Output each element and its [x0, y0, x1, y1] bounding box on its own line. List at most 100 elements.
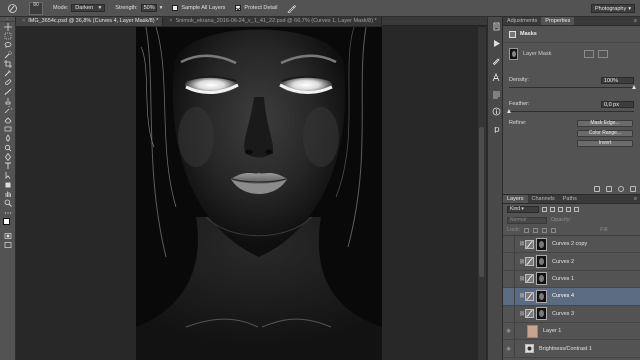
protect-detail-checkbox[interactable] — [235, 5, 242, 11]
apply-mask-icon[interactable] — [606, 186, 612, 192]
smart-object-filter-icon[interactable] — [574, 207, 579, 212]
play-actions-icon[interactable] — [489, 37, 503, 50]
curves-adjustment-icon[interactable] — [525, 274, 534, 284]
lock-transparent-icon[interactable] — [524, 227, 530, 233]
eraser-tool-icon[interactable] — [0, 115, 16, 124]
layer-row[interactable]: ⛓ Curves 3 — [503, 305, 640, 323]
brush-tool-icon[interactable] — [0, 87, 16, 96]
layer-mask-thumbnail[interactable] — [536, 307, 547, 321]
paragraph-panel-icon[interactable] — [489, 88, 503, 101]
kind-filter-dropdown[interactable]: Kind ▾ — [507, 206, 539, 213]
layer-mask-thumbnail[interactable] — [536, 237, 547, 251]
character-panel-icon[interactable] — [489, 71, 503, 84]
document-canvas[interactable] — [136, 27, 382, 360]
scrollbar-thumb[interactable] — [479, 127, 484, 277]
shape-tool-icon[interactable] — [0, 180, 16, 189]
eyedropper-tool-icon[interactable] — [0, 68, 16, 77]
path-selection-tool-icon[interactable] — [0, 171, 16, 180]
quick-select-tool-icon[interactable] — [0, 50, 16, 59]
info-panel-icon[interactable] — [489, 105, 503, 118]
feather-slider[interactable] — [506, 109, 634, 114]
strength-input[interactable]: 50% — [140, 4, 157, 12]
screen-mode-icon[interactable] — [0, 241, 16, 250]
mode-dropdown[interactable]: Darken ▾ — [71, 4, 106, 12]
workspace-dropdown[interactable]: Photography ▾ — [591, 4, 635, 13]
layer-row-layer-1[interactable]: ◉ Layer 1 — [503, 322, 640, 341]
shape-filter-icon[interactable] — [566, 207, 571, 212]
mask-edge-button[interactable]: Mask Edge... — [577, 120, 633, 127]
lock-position-icon[interactable] — [542, 227, 548, 233]
curves-adjustment-icon[interactable] — [525, 239, 534, 249]
chevron-down-icon[interactable]: ▾ — [160, 5, 163, 11]
layer-row[interactable]: ⛓ Curves 4 — [503, 288, 640, 306]
plugin-panel-icon[interactable]: p — [489, 122, 503, 135]
document-tab[interactable]: × IMG_3654c.psd @ 36,8% (Curves 4, Layer … — [16, 17, 164, 26]
layer-row-brightness-contrast[interactable]: ◉ Brightness/Contrast 1 — [503, 340, 640, 358]
hand-tool-icon[interactable] — [0, 189, 16, 198]
healing-brush-tool-icon[interactable] — [0, 78, 16, 87]
chain-link-icon[interactable]: ⛓ — [519, 293, 525, 299]
sample-all-checkbox[interactable] — [172, 5, 179, 11]
chain-link-icon[interactable]: ⛓ — [519, 276, 525, 282]
gradient-tool-icon[interactable] — [0, 124, 16, 133]
blend-mode-dropdown[interactable]: Normal — [507, 216, 547, 224]
crop-tool-icon[interactable] — [0, 59, 16, 68]
curves-adjustment-icon[interactable] — [525, 309, 534, 319]
marquee-tool-icon[interactable] — [0, 31, 16, 40]
invert-button[interactable]: Invert — [577, 140, 633, 147]
blur-tool-icon[interactable] — [0, 134, 16, 143]
lasso-tool-icon[interactable] — [0, 41, 16, 50]
quick-mask-icon[interactable] — [0, 231, 16, 240]
curves-adjustment-icon[interactable] — [525, 257, 534, 267]
chain-link-icon[interactable]: ⛓ — [519, 311, 525, 317]
trash-icon[interactable] — [630, 186, 636, 192]
tool-preset-icon[interactable] — [7, 3, 18, 14]
color-swatches[interactable] — [0, 217, 16, 231]
tab-paths[interactable]: Paths — [559, 195, 581, 203]
tab-layers[interactable]: Layers — [503, 195, 528, 203]
slider-knob[interactable] — [506, 109, 511, 113]
pixel-mask-button[interactable] — [584, 50, 595, 58]
visibility-toggle[interactable]: ◉ — [503, 346, 514, 352]
vector-mask-button[interactable] — [598, 50, 609, 58]
tab-properties[interactable]: Properties — [541, 17, 575, 25]
slider-knob[interactable] — [631, 85, 636, 89]
panel-menu-icon[interactable]: ≡ — [634, 17, 637, 26]
canvas-vertical-scrollbar[interactable] — [478, 27, 486, 360]
brush-presets-icon[interactable] — [489, 54, 503, 67]
zoom-tool-icon[interactable] — [0, 199, 16, 208]
feather-input[interactable]: 0,0 px — [601, 100, 634, 108]
layer-row[interactable]: ⛓ Curves 2 — [503, 253, 640, 271]
tab-adjustments[interactable]: Adjustments — [503, 17, 541, 25]
pen-tool-icon[interactable] — [0, 152, 16, 161]
curves-adjustment-icon[interactable] — [525, 291, 534, 301]
chain-link-icon[interactable]: ⛓ — [519, 241, 525, 247]
layer-row[interactable]: ⛓ Curves 2 copy — [503, 236, 640, 254]
more-tools-icon[interactable] — [0, 208, 16, 217]
close-icon[interactable]: × — [22, 18, 25, 24]
color-range-button[interactable]: Color Range... — [577, 130, 633, 137]
history-brush-tool-icon[interactable] — [0, 106, 16, 115]
document-tab[interactable]: × Snimok_ekrana_2016-06-24_v_1_41_22.psd … — [163, 17, 382, 26]
density-slider[interactable] — [509, 85, 636, 90]
layer-mask-thumbnail[interactable] — [536, 289, 547, 303]
dodge-tool-icon[interactable] — [0, 143, 16, 152]
foreground-color-swatch[interactable] — [3, 218, 10, 226]
density-input[interactable]: 100% — [601, 76, 634, 84]
visibility-toggle[interactable]: ◉ — [503, 328, 514, 334]
brush-size-picker[interactable]: 80 — [29, 1, 43, 15]
layer-mask-thumbnail[interactable] — [536, 272, 547, 286]
pixel-mask-icon[interactable] — [509, 30, 516, 38]
close-icon[interactable]: × — [169, 18, 172, 24]
pixel-filter-icon[interactable] — [542, 207, 547, 212]
type-tool-icon[interactable] — [0, 161, 16, 170]
eye-icon[interactable] — [618, 186, 624, 192]
clone-stamp-tool-icon[interactable] — [0, 96, 16, 105]
load-selection-icon[interactable] — [594, 186, 600, 192]
layer-row[interactable]: ⛓ Curves 1 — [503, 270, 640, 289]
chain-link-icon[interactable]: ⛓ — [519, 259, 525, 265]
tab-channels[interactable]: Channels — [528, 195, 559, 203]
pen-pressure-icon[interactable] — [287, 4, 297, 13]
lock-all-icon[interactable] — [551, 227, 557, 233]
adjustment-filter-icon[interactable] — [550, 207, 555, 212]
